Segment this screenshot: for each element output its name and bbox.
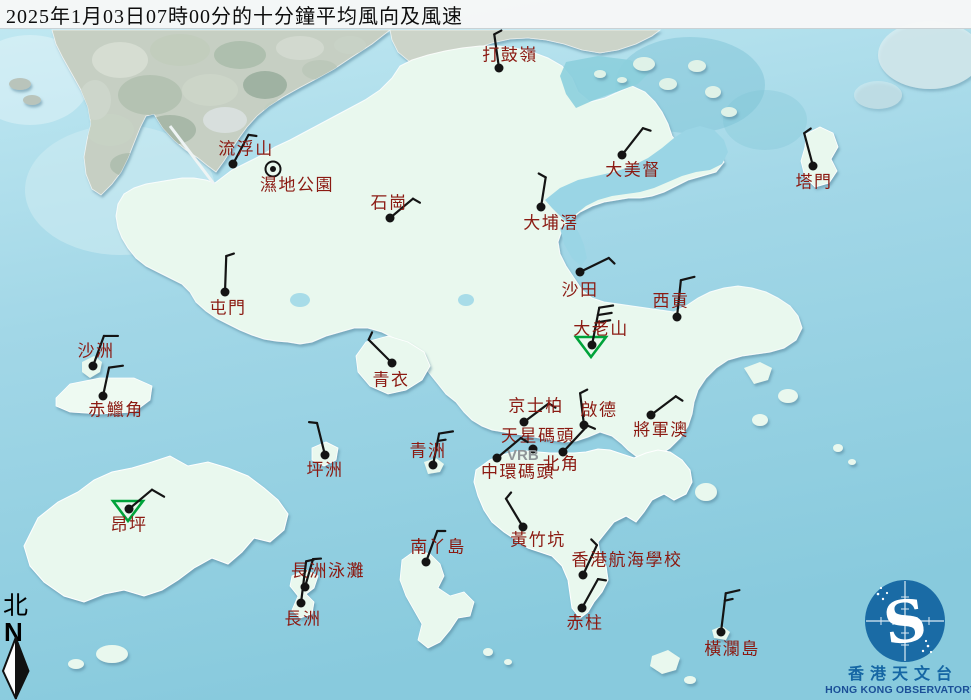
station-label: 大埔滘 [523,214,579,234]
wind-map-screen: 打鼓嶺流浮山濕地公園石崗 大美督塔門大埔滘沙田屯門 西貢大老山京士柏啟德 VRB天星碼… [0,0,971,700]
station-label: 橫瀾島 [704,640,760,660]
station-label: 屯門 [210,299,247,319]
hko-name-english: HONG KONG OBSERVATORY [825,684,971,696]
station-dot [673,313,682,322]
station-dot [429,461,438,470]
station-dot [297,599,306,608]
hong-kong-wind-map: 打鼓嶺流浮山濕地公園石崗 大美督塔門大埔滘沙田屯門 西貢大老山京士柏啟德 VRB天星碼… [0,0,971,700]
wind-barb-staff [225,256,226,292]
station-dot [579,571,588,580]
station-label: 塔門 [796,173,833,193]
station-dot [537,203,546,212]
map-title: 2025年1月03日07時00分的十分鐘平均風向及風速 [0,0,971,29]
station-label: 青洲 [410,442,447,462]
station-label: 沙田 [562,281,599,301]
station-label: 南丫島 [410,538,466,558]
station-label: 大美督 [605,161,661,181]
mirs-bay-water-2 [723,90,807,150]
station-dot [717,628,726,637]
station-dot [493,454,502,463]
station-label: 赤鱲角 [88,401,144,421]
station-dot [386,214,395,223]
station-dot [578,604,587,613]
station-label: 長洲泳灘 [291,562,365,582]
station-label: 昂坪 [111,516,148,536]
wind-barb-tick [309,422,317,423]
wind-barb-tick [598,579,606,580]
station-label: 將軍澳 [633,421,689,441]
station-label: 坪洲 [307,461,344,481]
station-label: 打鼓嶺 [482,46,538,66]
station-label: 大老山 [573,320,629,340]
station-label: 啟德 [581,401,618,421]
station-dot [422,558,431,567]
station-dot [221,288,230,297]
station-label: 流浮山 [218,140,274,160]
station-dot [520,418,529,427]
station-label: 香港航海學校 [572,551,683,571]
station-label: 北角 [543,455,580,475]
station-dot [321,451,330,460]
station-dot [99,392,108,401]
station-dot [618,151,627,160]
station-label: 濕地公園 [260,176,334,196]
station-label: 赤柱 [567,614,604,634]
station-dot [89,362,98,371]
station-label: 黃竹坑 [510,531,566,551]
station-label: 石崗 [371,194,408,214]
station-dot [125,505,134,514]
station-dot [809,162,818,171]
station-label: 長洲 [285,610,322,630]
station-label: 西貢 [653,292,690,312]
station-label: 沙洲 [78,342,115,362]
station-dot [576,268,585,277]
station-label: 京士柏 [508,397,564,417]
station-label: 青衣 [373,371,410,391]
station-dot [588,341,597,350]
variable-wind-label: VRB [507,447,539,464]
hko-name-chinese: 香港天文台 [847,664,958,683]
station-dot [229,160,238,169]
wind-barb-tick [248,135,256,136]
station-label: 天星碼頭 [501,427,575,447]
station-dot [647,411,656,420]
calm-wind-icon-dot [270,166,276,172]
station-dot [388,359,397,368]
compass-north-chinese: 北 [3,591,28,620]
